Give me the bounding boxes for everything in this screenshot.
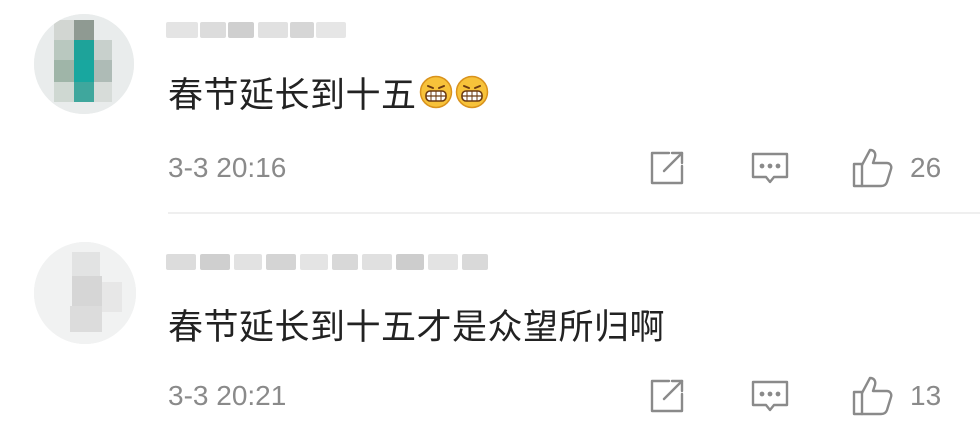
share-button[interactable] xyxy=(645,374,689,418)
comment-button[interactable] xyxy=(748,374,792,418)
comment-item: 春节延长到十五 3-3 20:16 26 xyxy=(0,0,980,215)
avatar[interactable] xyxy=(34,14,134,114)
comment-text: 春节延长到十五 xyxy=(168,74,489,120)
grinning-face-emoji xyxy=(455,75,489,120)
like-button[interactable] xyxy=(850,146,894,190)
username-blurred[interactable] xyxy=(166,12,356,52)
grinning-face-emoji xyxy=(419,75,453,120)
like-count: 13 xyxy=(910,380,942,411)
comment-text: 春节延长到十五才是众望所归啊 xyxy=(168,308,666,348)
share-icon xyxy=(650,379,684,413)
share-icon xyxy=(650,151,684,185)
comment-item: 春节延长到十五才是众望所归啊 3-3 20:21 13 xyxy=(0,222,980,437)
comment-icon xyxy=(751,380,789,412)
thumbs-up-icon xyxy=(852,376,893,416)
like-button[interactable] xyxy=(850,374,894,418)
share-button[interactable] xyxy=(645,146,689,190)
like-count: 26 xyxy=(910,152,942,183)
comment-timestamp: 3-3 20:21 xyxy=(168,380,287,411)
username-blurred[interactable] xyxy=(166,244,491,284)
divider xyxy=(168,212,980,214)
thumbs-up-icon xyxy=(852,148,893,188)
comment-button[interactable] xyxy=(748,146,792,190)
avatar[interactable] xyxy=(34,242,136,344)
comment-timestamp: 3-3 20:16 xyxy=(168,152,287,183)
comment-icon xyxy=(751,152,789,184)
